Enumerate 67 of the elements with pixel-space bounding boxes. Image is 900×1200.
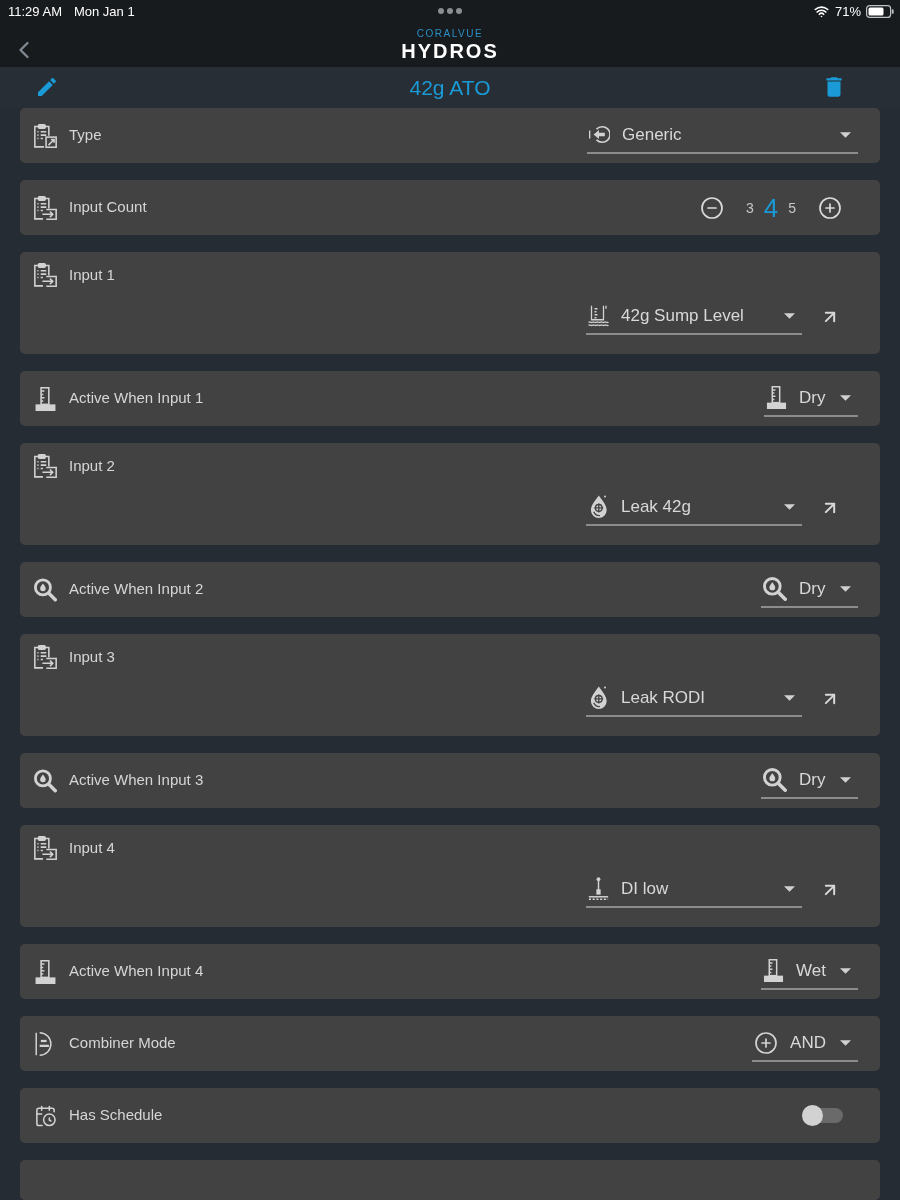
drop-crosshair-icon [588,495,609,518]
calendar-clock-icon [33,1103,57,1128]
row-label: Active When Input 4 [69,961,204,982]
drop-search-icon [33,577,57,602]
drop-search-icon [763,767,787,792]
clipboard-arrow-icon [33,645,57,669]
caret-icon [784,694,795,701]
tank-icon [588,304,609,327]
arrow-circle-icon [589,123,610,146]
dropdown[interactable]: DI low [586,871,802,908]
ruler-stand-icon [766,386,787,409]
clipboard-edit-icon [33,123,57,148]
dropdown[interactable]: Generic [587,117,858,154]
status-time: 11:29 AM [8,3,62,21]
dropdown[interactable]: Leak RODI [586,680,802,717]
logo-subtitle: CORALVUE [416,28,484,40]
caret-icon [784,312,795,319]
dropdown[interactable]: Leak 42g [586,489,802,526]
row-label: Active When Input 1 [69,388,204,409]
caret-icon [840,394,851,401]
caret-icon [840,131,851,138]
dropdown[interactable]: Dry [764,380,858,417]
ruler-stand-icon [763,959,785,982]
page-title: 42g ATO [409,74,491,101]
caret-icon [840,967,851,974]
caret-icon [840,585,851,592]
clipboard-arrow-icon [33,195,57,220]
clipboard-arrow-icon [33,836,57,860]
row-label: Input 4 [69,837,115,858]
probe-icon [588,877,609,900]
clipboard-arrow-icon [33,263,57,287]
dropdown[interactable]: AND [752,1025,858,1062]
row-label: Input 1 [69,264,115,285]
row-label: Input 3 [69,646,115,667]
dropdown[interactable]: Dry [761,571,858,608]
ruler-stand-icon [33,959,57,984]
dropdown[interactable]: Dry [761,762,858,799]
count-option[interactable]: 3 [745,192,754,223]
caret-icon [784,503,795,510]
row-label: Type [69,125,102,146]
drop-crosshair-icon [588,686,609,709]
row-label: Combiner Mode [69,1033,176,1054]
plus-circle-icon [754,1030,779,1055]
battery-icon [866,5,894,19]
status-date: Mon Jan 1 [73,3,135,21]
decrease-icon[interactable] [699,195,724,220]
caret-icon [784,885,795,892]
battery-percent: 71% [834,3,861,21]
dropdown[interactable]: Wet [761,953,858,990]
caret-icon [840,776,851,783]
wifi-icon [812,4,830,20]
drop-search-icon [763,576,787,601]
clipboard-arrow-icon [33,454,57,478]
row-label: Active When Input 2 [69,579,204,600]
increase-icon[interactable] [818,195,842,220]
row-label: Input 2 [69,455,115,476]
row-label: Active When Input 3 [69,770,204,791]
row-label: Input Count [69,197,147,218]
drop-search-icon [33,768,57,793]
ruler-stand-icon [33,386,57,411]
caret-icon [840,1039,851,1046]
logo-title: HYDROS [401,40,499,62]
more-dots-icon[interactable] [438,8,462,14]
count-option[interactable]: 5 [788,192,796,223]
toggle-switch[interactable] [802,1108,843,1123]
row-label: Has Schedule [69,1105,163,1126]
dropdown[interactable]: 42g Sump Level [586,298,802,335]
